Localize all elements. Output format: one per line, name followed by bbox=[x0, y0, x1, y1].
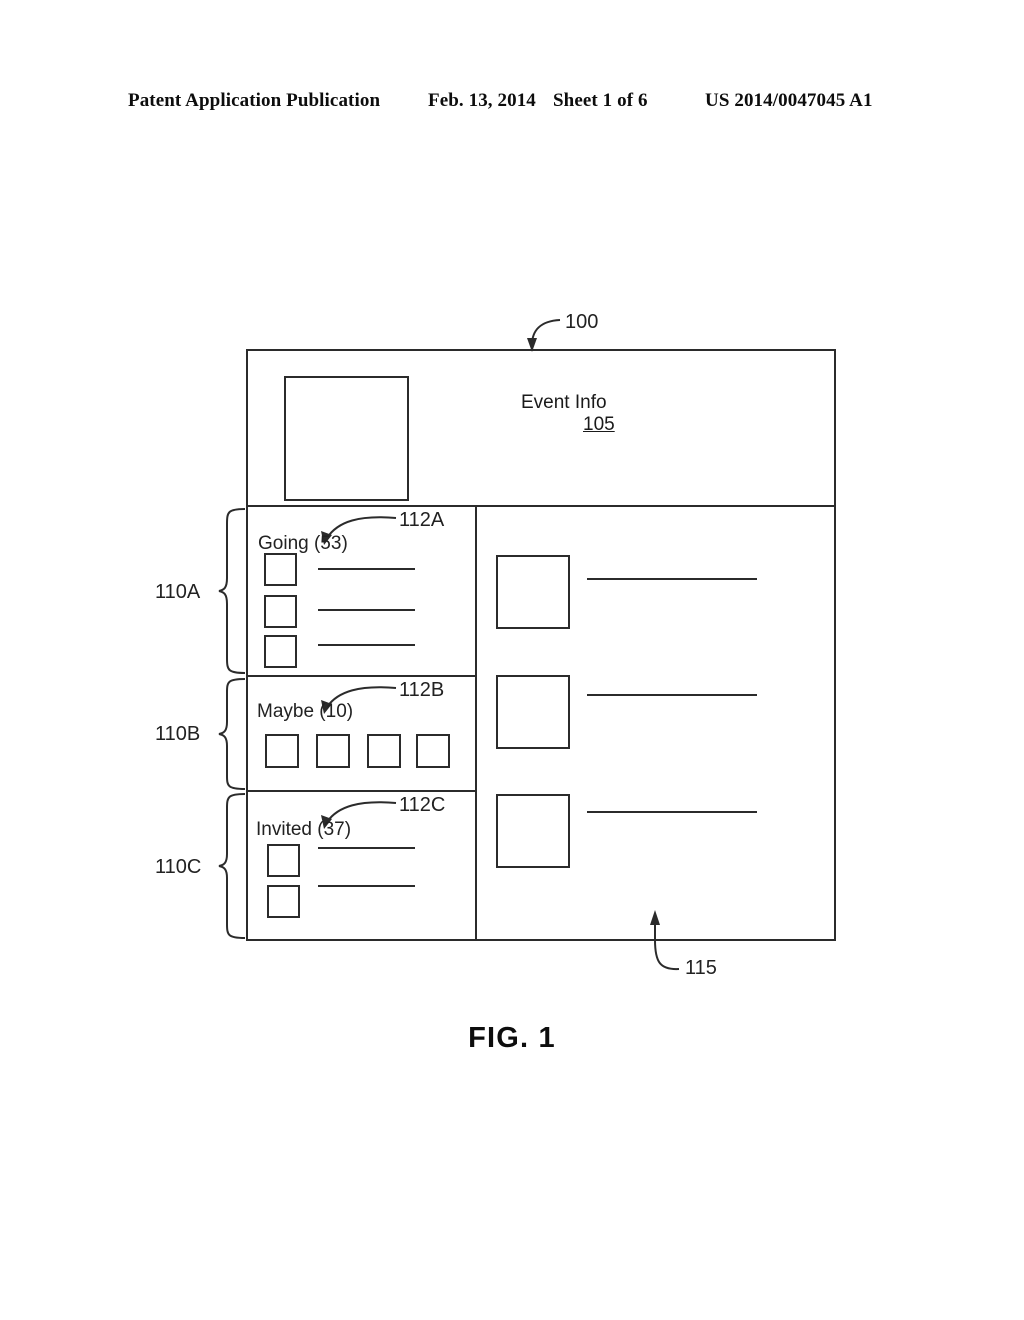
ref-number-112a: 112A bbox=[399, 509, 445, 531]
attendee-avatar[interactable] bbox=[264, 595, 297, 628]
leader-line-115 bbox=[654, 918, 680, 971]
grouping-brace-110a bbox=[218, 508, 246, 674]
attendee-avatar[interactable] bbox=[367, 734, 401, 768]
event-info-ref-number: 105 bbox=[583, 414, 615, 435]
leader-arrowhead-115 bbox=[650, 910, 660, 925]
section-title-invited: Invited (37) bbox=[256, 819, 352, 840]
event-image-placeholder[interactable] bbox=[284, 376, 409, 501]
section-title-maybe: Maybe (10) bbox=[257, 701, 354, 722]
grouping-brace-110c bbox=[218, 793, 246, 939]
figure-svg bbox=[218, 319, 836, 971]
ref-number-110b: 110B bbox=[155, 723, 201, 745]
ref-number-112b: 112B bbox=[399, 679, 445, 701]
figure-drawing bbox=[0, 0, 1024, 1320]
attendee-avatar[interactable] bbox=[267, 844, 300, 877]
ref-number-112c: 112C bbox=[399, 794, 446, 816]
figure-caption: FIG. 1 bbox=[468, 1022, 556, 1054]
attendee-avatar[interactable] bbox=[267, 885, 300, 918]
attendee-avatar[interactable] bbox=[264, 635, 297, 668]
attendee-avatar[interactable] bbox=[265, 734, 299, 768]
attendee-avatar[interactable] bbox=[416, 734, 450, 768]
feed-item-thumbnail[interactable] bbox=[496, 675, 570, 749]
ref-number-110c: 110C bbox=[155, 856, 202, 878]
ref-number-100: 100 bbox=[565, 311, 599, 333]
section-title-going: Going (53) bbox=[258, 533, 348, 554]
grouping-brace-110b bbox=[218, 678, 246, 790]
attendee-avatar[interactable] bbox=[316, 734, 350, 768]
feed-item-thumbnail[interactable] bbox=[496, 555, 570, 629]
ref-number-110a: 110A bbox=[155, 581, 201, 603]
ref-number-115: 115 bbox=[685, 957, 717, 979]
feed-item-thumbnail[interactable] bbox=[496, 794, 570, 868]
attendee-avatar[interactable] bbox=[264, 553, 297, 586]
leader-line-100 bbox=[531, 319, 561, 346]
event-info-title: Event Info bbox=[521, 392, 607, 413]
